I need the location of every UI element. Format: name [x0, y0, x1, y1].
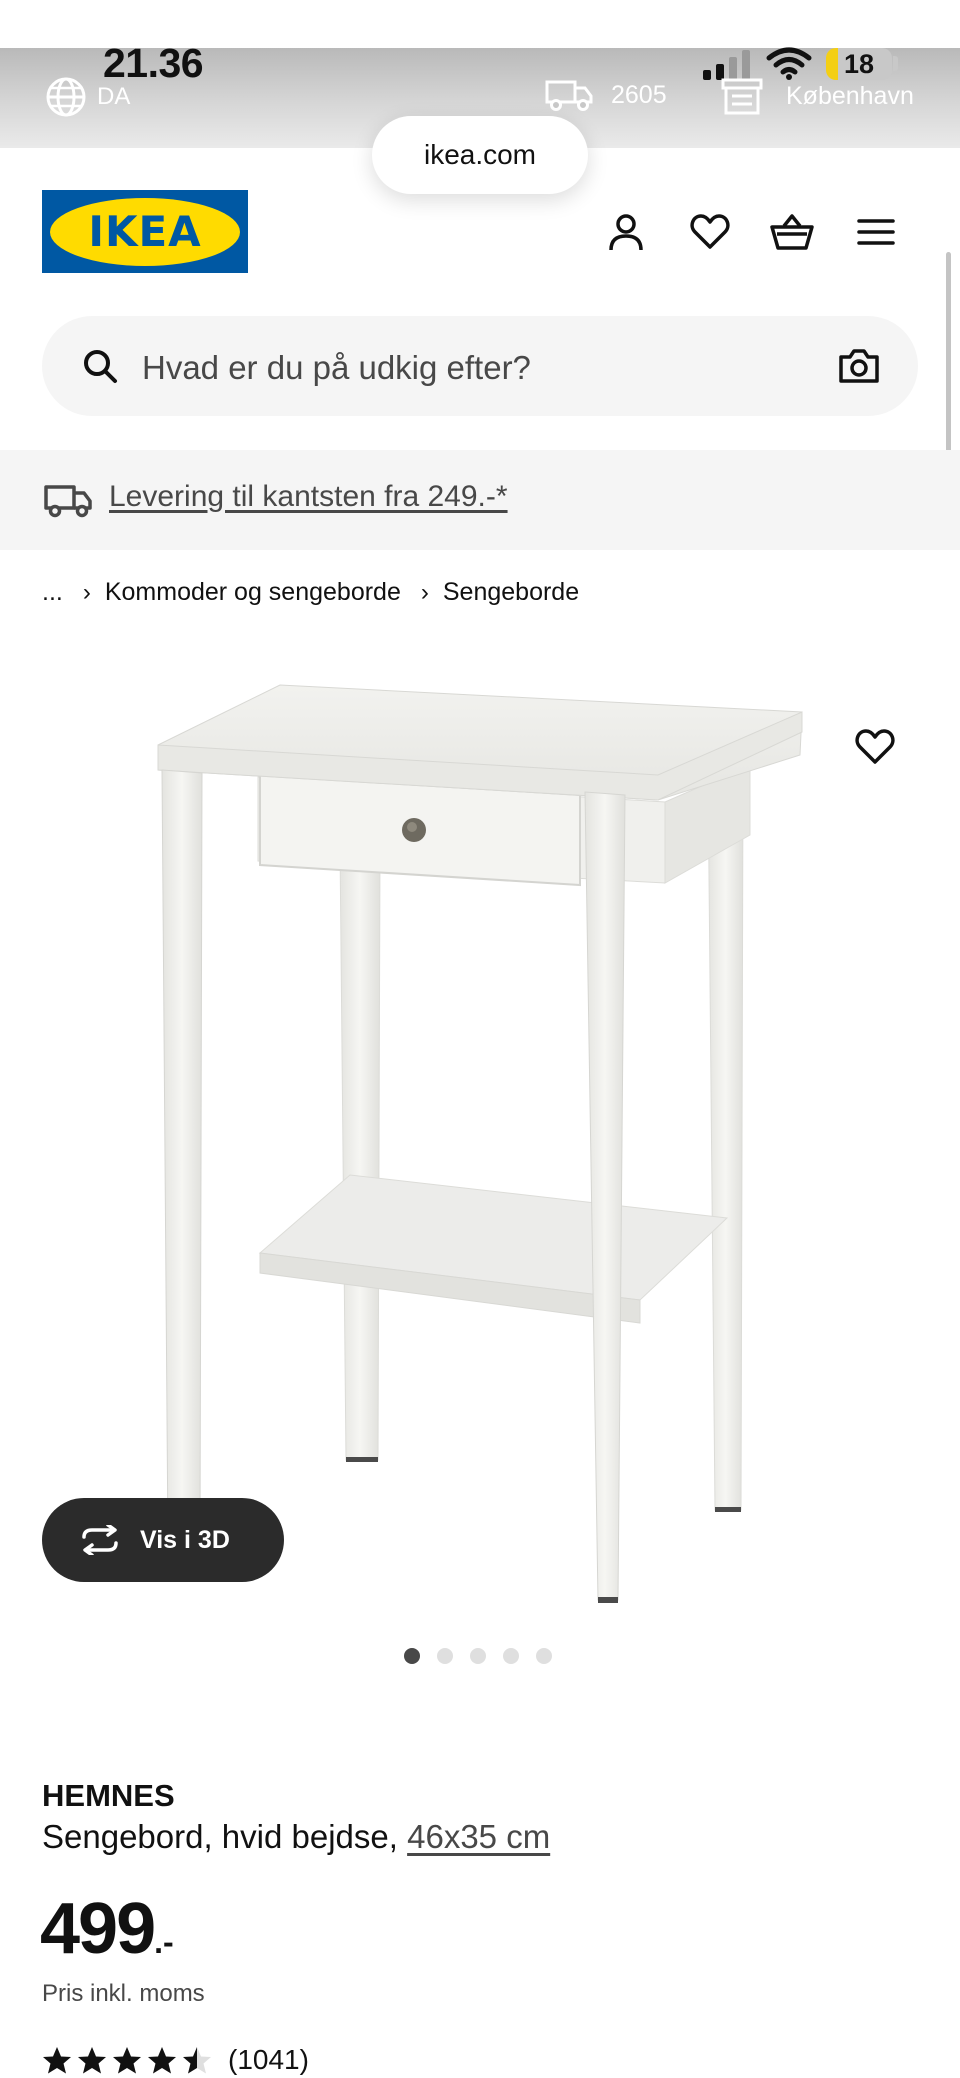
delivery-truck-icon [44, 485, 92, 518]
image-carousel-dots[interactable] [404, 1648, 552, 1664]
breadcrumb-item-sengeborde[interactable]: Sengeborde [443, 578, 579, 607]
star-half-icon [183, 2046, 211, 2073]
rotate-3d-icon [82, 1525, 118, 1555]
profile-icon [609, 214, 643, 251]
product-size-link[interactable]: 46x35 cm [407, 1818, 550, 1855]
logo-oval: IKEA [50, 197, 240, 266]
breadcrumb-item-kommoder[interactable]: Kommoder og sengeborde [105, 578, 401, 607]
basket-icon [770, 214, 814, 250]
heart-icon [690, 214, 730, 249]
star-filled-icon [148, 2046, 176, 2073]
breadcrumb-ellipsis[interactable]: ... [42, 578, 63, 607]
basket-button[interactable] [770, 210, 814, 254]
search-icon [84, 350, 117, 383]
carousel-dot[interactable] [536, 1648, 552, 1664]
view-in-3d-button[interactable]: Vis i 3D [42, 1498, 284, 1582]
store-label: København [786, 81, 914, 110]
store-selector[interactable]: København [720, 76, 914, 116]
profile-button[interactable] [604, 210, 648, 254]
review-count: (1041) [228, 2044, 309, 2075]
add-to-favourites-button[interactable] [852, 724, 898, 770]
product-description: Sengebord, hvid bejdse, 46x35 cm [42, 1818, 550, 1856]
browser-url-bar[interactable]: ikea.com [372, 116, 588, 194]
product-price: 499.- [40, 1888, 174, 1970]
search-bar[interactable]: Hvad er du på udkig efter? [42, 316, 918, 416]
page-scrollbar[interactable] [946, 252, 951, 460]
product-description-text: Sengebord, hvid bejdse, [42, 1818, 398, 1855]
store-icon [721, 78, 763, 115]
price-value: 499 [40, 1889, 156, 1969]
carousel-dot[interactable] [404, 1648, 420, 1664]
chevron-right-icon: › [420, 578, 429, 606]
favourites-button[interactable] [688, 210, 732, 254]
carousel-dot[interactable] [437, 1648, 453, 1664]
menu-icon [857, 219, 895, 245]
star-filled-icon [113, 2046, 141, 2073]
delivery-zip-selector[interactable]: 2605 [545, 78, 667, 112]
language-selector[interactable]: DA [45, 76, 130, 118]
product-name[interactable]: HEMNES [42, 1778, 175, 1814]
product-image[interactable] [140, 675, 820, 1625]
delivery-truck-icon [545, 80, 593, 111]
breadcrumb: ... › Kommoder og sengeborde › Sengebord… [42, 578, 579, 607]
star-filled-icon [43, 2046, 71, 2073]
logo-text: IKEA [88, 207, 202, 256]
language-label: DA [97, 83, 131, 110]
delivery-banner: Levering til kantsten fra 249.-* [0, 450, 960, 550]
carousel-dot[interactable] [470, 1648, 486, 1664]
product-rating[interactable]: (1041) [42, 2044, 309, 2076]
carousel-dot[interactable] [503, 1648, 519, 1664]
heart-icon [855, 729, 895, 764]
view-in-3d-label: Vis i 3D [140, 1525, 230, 1554]
star-filled-icon [78, 2046, 106, 2073]
search-input[interactable]: Hvad er du på udkig efter? [142, 349, 531, 387]
price-suffix: .- [154, 1924, 174, 1960]
battery-cap [893, 56, 898, 71]
rating-stars [42, 2046, 212, 2075]
camera-search-icon[interactable] [838, 348, 880, 384]
menu-button[interactable] [854, 210, 898, 254]
ikea-logo[interactable]: IKEA [42, 190, 248, 273]
globe-icon [46, 77, 86, 117]
chevron-right-icon: › [82, 578, 91, 606]
price-note: Pris inkl. moms [42, 1980, 205, 2007]
wifi-icon [766, 47, 812, 80]
zip-code-label: 2605 [611, 80, 667, 109]
delivery-banner-link[interactable]: Levering til kantsten fra 249.-* [109, 480, 508, 514]
